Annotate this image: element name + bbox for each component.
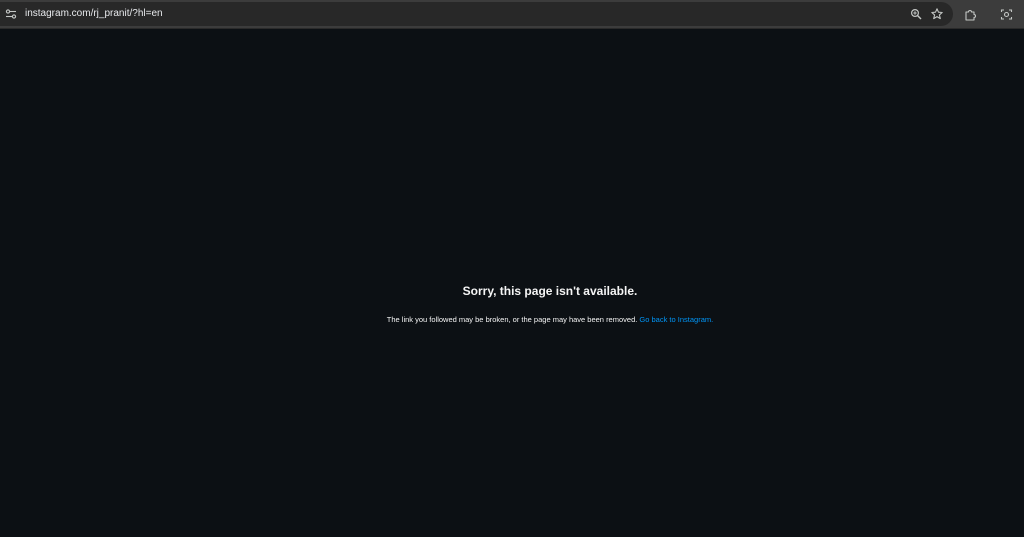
error-message-text: The link you followed may be broken, or …	[386, 315, 638, 324]
puzzle-piece-icon[interactable]	[962, 6, 978, 22]
page-content: Sorry, this page isn't available. The li…	[0, 29, 1024, 537]
url-text[interactable]: instagram.com/rj_pranit/?hl=en	[25, 7, 163, 21]
error-message: The link you followed may be broken, or …	[0, 314, 1024, 325]
address-bar[interactable]: instagram.com/rj_pranit/?hl=en	[0, 2, 953, 26]
tune-icon[interactable]	[4, 7, 18, 21]
page-title: Sorry, this page isn't available.	[462, 284, 638, 298]
star-icon[interactable]	[929, 6, 945, 22]
capture-icon[interactable]	[998, 6, 1014, 22]
browser-toolbar: instagram.com/rj_pranit/?hl=en	[0, 0, 1024, 29]
zoom-icon[interactable]	[908, 6, 924, 22]
go-back-link[interactable]: Go back to Instagram.	[639, 315, 713, 324]
